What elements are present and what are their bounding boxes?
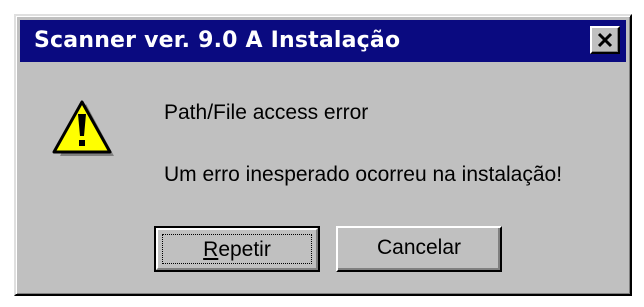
warning-icon [52, 100, 114, 156]
close-button[interactable] [590, 26, 620, 54]
dialog-title: Scanner ver. 9.0 A Instalação [34, 28, 401, 53]
error-message: Um erro inesperado ocorreu na instalação… [164, 163, 563, 186]
error-dialog: Scanner ver. 9.0 A Instalação Path/File … [14, 14, 632, 296]
title-bar[interactable]: Scanner ver. 9.0 A Instalação [20, 20, 626, 62]
retry-mnemonic: R [203, 238, 219, 261]
close-x-icon [597, 32, 613, 48]
retry-label-rest: epetir [218, 238, 271, 261]
retry-button[interactable]: Repetir [154, 226, 320, 272]
retry-button-label: Repetir [156, 230, 318, 270]
cancel-button-label: Cancelar [376, 236, 462, 259]
error-heading: Path/File access error [164, 101, 369, 124]
cancel-button[interactable]: Cancelar [336, 226, 502, 272]
